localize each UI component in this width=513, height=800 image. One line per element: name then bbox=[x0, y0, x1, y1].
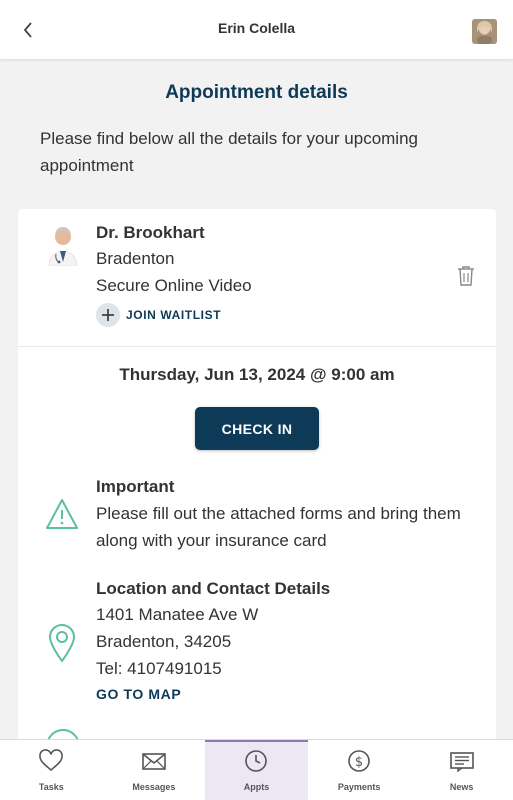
plus-icon bbox=[96, 303, 120, 327]
doctor-photo bbox=[46, 222, 80, 266]
nav-messages[interactable]: Messages bbox=[103, 740, 206, 800]
warning-icon bbox=[46, 499, 78, 529]
check-in-button[interactable]: CHECK IN bbox=[195, 407, 319, 450]
divider bbox=[18, 346, 496, 347]
nav-label: Messages bbox=[132, 782, 176, 792]
nav-label: Payments bbox=[337, 782, 381, 792]
appointment-datetime: Thursday, Jun 13, 2024 @ 9:00 am bbox=[119, 365, 395, 384]
go-to-map-link[interactable]: GO TO MAP bbox=[96, 686, 181, 702]
join-waitlist-label: JOIN WAITLIST bbox=[126, 308, 222, 322]
page-title: Appointment details bbox=[165, 82, 348, 103]
doctor-name: Dr. Brookhart bbox=[96, 223, 205, 242]
important-text: Please fill out the attached forms and b… bbox=[96, 504, 461, 550]
clock-icon bbox=[245, 750, 268, 772]
doctor-location: Bradenton bbox=[96, 249, 175, 268]
appointment-card: Dr. Brookhart Bradenton Secure Online Vi… bbox=[18, 209, 496, 749]
nav-payments[interactable]: $ Payments bbox=[308, 740, 411, 800]
page-header-title: Erin Colella bbox=[217, 20, 296, 36]
envelope-icon bbox=[142, 753, 166, 770]
nav-news[interactable]: News bbox=[410, 740, 513, 800]
nav-label: Tasks bbox=[38, 782, 64, 792]
top-bar: Erin Colella bbox=[0, 0, 513, 60]
dollar-icon: $ bbox=[348, 750, 370, 772]
avatar[interactable] bbox=[472, 19, 497, 44]
important-title: Important bbox=[96, 477, 175, 496]
nav-label: News bbox=[449, 782, 474, 792]
nav-appts[interactable]: Appts bbox=[205, 740, 308, 800]
phone-number[interactable]: Tel: 4107491015 bbox=[96, 659, 222, 679]
join-waitlist-button[interactable]: JOIN WAITLIST bbox=[96, 303, 221, 327]
nav-tasks[interactable]: Tasks bbox=[0, 740, 103, 800]
svg-text:$: $ bbox=[355, 755, 363, 770]
news-icon bbox=[449, 752, 474, 773]
location-pin-icon bbox=[48, 624, 76, 663]
intro-text: Please find below all the details for yo… bbox=[40, 129, 418, 175]
address-line-2: Bradenton, 34205 bbox=[96, 632, 232, 651]
bottom-nav: Tasks Messages Appts $ Payments News bbox=[0, 739, 513, 800]
visit-type: Secure Online Video bbox=[96, 276, 252, 295]
trash-icon[interactable] bbox=[456, 265, 476, 287]
address-line-1: 1401 Manatee Ave W bbox=[96, 605, 259, 624]
location-contact-title: Location and Contact Details bbox=[96, 579, 331, 598]
nav-label: Appts bbox=[243, 782, 270, 792]
heart-icon bbox=[39, 749, 64, 772]
